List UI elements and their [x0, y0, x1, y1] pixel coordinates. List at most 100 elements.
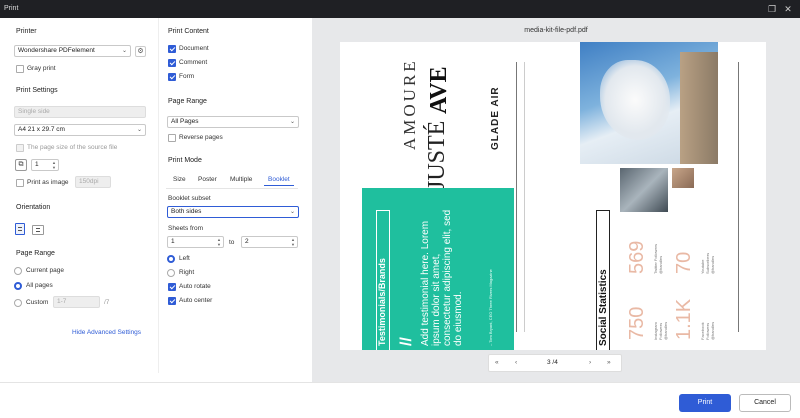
stat-1-1k: 1.1K	[673, 298, 695, 340]
gray-print-checkbox[interactable]	[16, 65, 24, 73]
dialog-footer: Print Cancel	[0, 382, 800, 418]
hero-photo	[580, 42, 718, 164]
dpi-placeholder: 150dpi	[79, 178, 99, 185]
tab-poster[interactable]: Poster	[198, 176, 217, 183]
to-label: to	[229, 239, 235, 246]
testimonial-title: Testimonials/Brands	[377, 258, 387, 346]
bike-photo	[620, 168, 668, 212]
sheets-from-input[interactable]: 1 ▲ ▼	[167, 236, 224, 248]
sheets-to-input[interactable]: 2 ▲ ▼	[241, 236, 298, 248]
page-navigator: « ‹ 3 /4 › »	[488, 354, 622, 372]
print-settings-section-title: Print Settings	[16, 87, 58, 94]
title-bar: Print ❐ ✕	[0, 0, 800, 18]
spinner-icon[interactable]: ▲ ▼	[291, 237, 295, 247]
total-pages-label: /7	[104, 299, 110, 306]
left-panel: Printer Wondershare PDFelement ⌄ ⚙ Gray …	[0, 18, 158, 373]
tab-booklet[interactable]: Booklet	[264, 176, 294, 186]
booklet-subset-select[interactable]: Both sides ⌄	[167, 206, 299, 218]
auto-rotate-checkbox[interactable]	[168, 283, 176, 291]
copies-value: 1	[35, 161, 39, 168]
testimonial-quote: Add testimonial here. Lorem ipsum dolor …	[420, 209, 464, 346]
orientation-section-title: Orientation	[16, 204, 51, 211]
preview-glade-text: GLADE AIR	[490, 86, 501, 150]
print-mode-section-title: Print Mode	[168, 157, 202, 164]
portrait-orientation-icon[interactable]	[15, 223, 25, 235]
binding-left-radio[interactable]	[167, 255, 175, 263]
auto-center-checkbox[interactable]	[168, 297, 176, 305]
document-label: Document	[179, 45, 209, 52]
custom-range-placeholder: 1-7	[57, 298, 67, 305]
page-range-section-title: Page Range	[16, 250, 55, 257]
sheets-from-label: Sheets from	[168, 225, 204, 232]
sides-select[interactable]: Single side	[14, 106, 146, 118]
binding-right-radio[interactable]	[167, 269, 175, 277]
tab-size[interactable]: Size	[173, 176, 186, 183]
testimonial-block: Testimonials/Brands // Add testimonial h…	[362, 188, 514, 350]
page-margin-line	[524, 62, 525, 332]
next-page-icon[interactable]: ›	[589, 359, 591, 366]
paper-size-select[interactable]: A4 21 x 29.7 cm ⌄	[14, 124, 146, 136]
tabs-divider	[166, 188, 298, 189]
all-pages-label: All pages	[26, 282, 53, 289]
current-page-label: Current page	[26, 267, 64, 274]
landscape-orientation-icon[interactable]	[32, 225, 44, 235]
print-content-section-title: Print Content	[168, 28, 209, 35]
sheets-from-value: 1	[171, 238, 175, 245]
form-checkbox[interactable]	[168, 73, 176, 81]
page-range-select[interactable]: All Pages ⌄	[167, 116, 299, 128]
cancel-button[interactable]: Cancel	[739, 394, 791, 412]
spinner-icon[interactable]: ▲ ▼	[217, 237, 221, 247]
close-icon[interactable]: ✕	[782, 3, 794, 15]
tab-multiple[interactable]: Multiple	[230, 176, 252, 183]
all-pages-radio[interactable]	[14, 282, 22, 290]
preview-filename: media-kit-file-pdf.pdf	[524, 27, 588, 34]
right-edge-line	[738, 62, 739, 332]
chevron-down-icon: ⌄	[136, 127, 142, 133]
chevron-down-icon: ⌄	[289, 209, 295, 215]
printer-settings-gear-icon[interactable]: ⚙	[135, 46, 146, 57]
small-photo	[672, 168, 694, 188]
hero-dress-shape	[600, 60, 670, 140]
sheets-to-value: 2	[245, 238, 249, 245]
reverse-pages-checkbox[interactable]	[168, 134, 176, 142]
printer-select-value: Wondershare PDFelement	[18, 47, 95, 54]
custom-range-label: Custom	[26, 299, 49, 306]
hero-wall-shape	[680, 52, 718, 164]
copies-input[interactable]: 1 ▲ ▼	[31, 159, 59, 171]
prev-page-icon[interactable]: ‹	[515, 359, 517, 366]
stat-70: 70	[673, 251, 695, 274]
spinner-icon[interactable]: ▲ ▼	[52, 160, 56, 170]
page-indicator[interactable]: 3 /4	[547, 359, 558, 366]
dpi-select[interactable]: 150dpi	[75, 176, 111, 188]
sides-placeholder: Single side	[18, 108, 50, 115]
comment-checkbox[interactable]	[168, 59, 176, 67]
reverse-pages-label: Reverse pages	[179, 134, 223, 141]
stat-70-label: Youtube Subscribers @handles	[700, 252, 715, 274]
printer-select[interactable]: Wondershare PDFelement ⌄	[14, 45, 131, 57]
restore-icon[interactable]: ❐	[766, 3, 778, 15]
gray-print-label: Gray print	[27, 65, 56, 72]
document-checkbox[interactable]	[168, 45, 176, 53]
chevron-down-icon: ⌄	[121, 48, 127, 54]
hide-advanced-settings-link[interactable]: Hide Advanced Settings	[72, 329, 141, 336]
print-as-image-checkbox[interactable]	[16, 179, 24, 187]
print-as-image-label: Print as image	[27, 179, 69, 186]
testimonial-author: – Tom Bryant, CEO Three Rivers Magazine	[488, 269, 493, 346]
binding-right-label: Right	[179, 269, 195, 276]
page-range-select-value: All Pages	[171, 118, 199, 125]
social-title: Social Statistics	[598, 269, 609, 346]
quote-mark-icon: //	[398, 337, 415, 346]
last-page-icon[interactable]: »	[607, 359, 611, 366]
stat-750: 750	[626, 306, 648, 340]
preview-ave-text: AVE	[426, 66, 452, 114]
paper-size-value: A4 21 x 29.7 cm	[18, 126, 65, 133]
preview-page: AMOURE JUSTÉ AVE GLADE AIR Testimonials/…	[340, 42, 766, 350]
first-page-icon[interactable]: «	[495, 359, 499, 366]
print-button[interactable]: Print	[679, 394, 731, 412]
custom-range-input[interactable]: 1-7	[53, 296, 100, 308]
current-page-radio[interactable]	[14, 267, 22, 275]
binding-left-label: Left	[179, 255, 190, 262]
printer-section-title: Printer	[16, 28, 37, 35]
source-size-checkbox[interactable]	[16, 144, 24, 152]
custom-range-radio[interactable]	[14, 299, 22, 307]
